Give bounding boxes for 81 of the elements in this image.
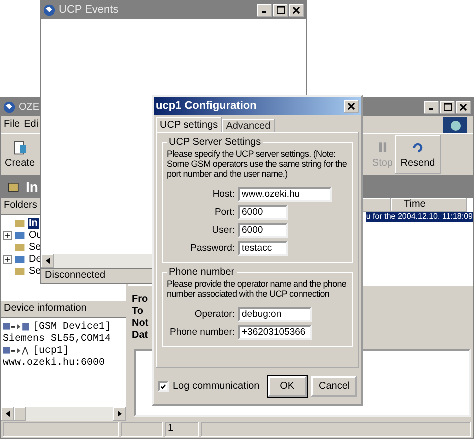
dialog-button[interactable]: OK xyxy=(268,376,307,397)
text-field[interactable]: 6000 xyxy=(238,205,288,220)
scroll-left-button[interactable] xyxy=(1,407,14,421)
right-arrow-icon xyxy=(118,411,122,417)
folder-item[interactable]: In xyxy=(28,218,39,228)
text-field[interactable]: testacc xyxy=(238,241,288,256)
scroll-left-button[interactable] xyxy=(41,254,54,268)
connection-icon xyxy=(3,322,31,332)
tab[interactable]: UCP settings xyxy=(156,117,222,132)
folder-icon xyxy=(14,218,26,228)
device-info-text: [ucp1] xyxy=(33,346,70,356)
menu-item[interactable]: Edi xyxy=(24,119,39,130)
folder-icon xyxy=(14,230,26,240)
column-header[interactable]: Time xyxy=(391,198,467,212)
minimize-button[interactable] xyxy=(424,100,439,114)
scroll-right-button[interactable] xyxy=(113,407,126,421)
folder-item[interactable]: Se xyxy=(28,242,42,252)
field-label: Operator: xyxy=(194,309,235,320)
field-label: User: xyxy=(211,225,235,236)
text-field[interactable]: +36203105366 xyxy=(238,325,312,340)
folder-icon xyxy=(14,266,26,276)
close-button[interactable] xyxy=(344,100,359,112)
field-label: Dat xyxy=(132,330,148,341)
folder-icon xyxy=(14,242,26,252)
group-title: Phone number xyxy=(168,267,236,278)
check-icon xyxy=(160,382,167,390)
globe-icon xyxy=(3,100,16,114)
window-title: OZE xyxy=(19,102,40,112)
dialog-button[interactable]: Cancel xyxy=(311,376,357,397)
maximize-button[interactable] xyxy=(273,4,288,16)
maximize-icon xyxy=(444,103,452,111)
message-row[interactable]: u for the 2004.12.10. 11:18:09 xyxy=(366,212,473,222)
folder-item[interactable]: Se xyxy=(28,266,42,276)
close-icon xyxy=(348,102,355,110)
field-label: Host: xyxy=(212,189,235,200)
dialog-title: ucp1 Configuration xyxy=(156,100,257,112)
globe-icon xyxy=(43,4,56,16)
device-information-header: Device information xyxy=(4,303,87,314)
close-icon xyxy=(460,104,467,110)
field-label: Phone number: xyxy=(169,327,235,338)
connection-icon xyxy=(3,346,31,356)
folder-title: In xyxy=(26,179,38,195)
folders-header: Folders xyxy=(4,200,38,211)
checkbox-label: Log communication xyxy=(173,381,260,392)
connection-status: Disconnected xyxy=(45,270,106,281)
document-icon xyxy=(12,140,28,156)
folder-icon xyxy=(14,254,26,264)
device-info-text: www.ozeki.hu:6000 xyxy=(3,358,106,368)
field-label: To xyxy=(132,306,144,317)
tab[interactable]: Advanced xyxy=(222,119,275,132)
maximize-icon xyxy=(276,6,284,14)
group-description: Please provide the operator name and the phone number associated with the UCP connection xyxy=(167,279,348,299)
close-icon xyxy=(293,6,300,14)
resend-button[interactable]: Resend xyxy=(395,135,441,174)
text-field[interactable]: www.ozeki.hu xyxy=(238,187,332,202)
field-label: Not xyxy=(132,318,149,329)
device-info-text: [GSM Device1] xyxy=(33,322,112,332)
checkbox[interactable] xyxy=(158,381,169,392)
maximize-button[interactable] xyxy=(440,100,455,114)
text-field[interactable]: debug:on xyxy=(238,307,312,322)
device-info-text: Siemens SL55,COM14 xyxy=(3,334,112,344)
inbox-icon xyxy=(7,180,20,194)
left-arrow-icon xyxy=(6,411,10,417)
close-button[interactable] xyxy=(456,100,471,114)
expand-icon[interactable] xyxy=(3,230,12,240)
status-text: 1 xyxy=(165,422,199,437)
text-field[interactable]: 6000 xyxy=(238,223,288,238)
expand-icon[interactable] xyxy=(3,254,12,264)
menu-item[interactable]: File xyxy=(4,119,20,130)
group-description: Please specify the UCP server settings. (Note: Some GSM operators use the same string for the port number and the user name.) xyxy=(167,149,348,179)
window-title: UCP Events xyxy=(59,4,119,16)
left-arrow-icon xyxy=(46,258,50,264)
minimize-button[interactable] xyxy=(257,4,272,16)
field-label: Port: xyxy=(214,207,235,218)
field-label: Fro xyxy=(132,294,148,305)
close-button[interactable] xyxy=(289,4,304,16)
field-label: Password: xyxy=(190,243,235,254)
globe-logo-icon xyxy=(443,117,467,133)
status-panel xyxy=(121,422,163,437)
scroll-thumb[interactable] xyxy=(14,407,26,421)
group-title: UCP Server Settings xyxy=(168,137,262,148)
